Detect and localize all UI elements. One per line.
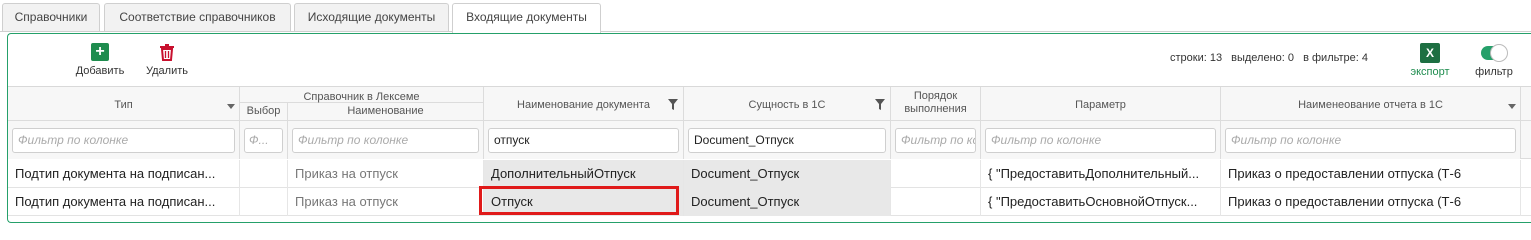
filter-funnel-icon[interactable] (668, 99, 678, 110)
documents-grid: Тип Справочник в Лексеме Выбор Наименова… (8, 86, 1531, 219)
column-header-order[interactable]: Порядок выполнения (891, 87, 981, 121)
tab-outgoing-documents[interactable]: Исходящие документы (294, 3, 449, 31)
filter-row: Фильтр по колонке Ф... Фильтр по колонке… (8, 121, 1531, 159)
grid-stats: строки: 13 выделено: 0 в фильтре: 4 (1170, 52, 1374, 64)
column-header-type-label: Тип (114, 99, 133, 111)
filter-param-input[interactable]: Фильтр по колонке (985, 128, 1216, 153)
column-header-type[interactable]: Тип (8, 87, 240, 121)
add-button-label: Добавить (75, 65, 125, 77)
table-row[interactable]: Подтип документа на подписан... Приказ н… (8, 160, 1531, 188)
column-header-doc-name-label: Наименование документа (517, 99, 650, 111)
cell-choice[interactable] (240, 160, 288, 188)
sort-arrow-icon[interactable] (227, 104, 235, 109)
table-row[interactable]: Подтип документа на подписан... Приказ н… (8, 188, 1531, 216)
delete-button[interactable]: Удалить (139, 43, 195, 77)
filter-type-input[interactable]: Фильтр по колонке (12, 128, 235, 153)
cell-entity: Document_Отпуск (684, 188, 891, 216)
plus-icon: + (91, 43, 109, 61)
trash-icon (158, 43, 176, 61)
filter-report-input[interactable]: Фильтр по колонке (1225, 128, 1516, 153)
rows-count: строки: 13 (1170, 52, 1223, 64)
cell-name: Приказ на отпуск (288, 160, 484, 188)
cell-type: Подтип документа на подписан... (8, 188, 240, 216)
selected-count: выделено: 0 (1231, 52, 1295, 64)
sort-arrow-icon[interactable] (1508, 104, 1516, 109)
cell-param: { "ПредоставитьДополнительный... (981, 160, 1221, 188)
filter-choice-input[interactable]: Ф... (244, 128, 283, 153)
cell-choice[interactable] (240, 188, 288, 216)
filter-count: в фильтре: 4 (1303, 52, 1368, 64)
excel-icon: X (1420, 43, 1440, 63)
column-header-report-label: Наименеование отчета в 1С (1298, 99, 1443, 111)
filter-toggle[interactable]: фильтр (1472, 43, 1516, 78)
tab-dictionaries[interactable]: Справочники (2, 3, 100, 31)
filter-doc-name-input[interactable]: отпуск (488, 128, 679, 153)
filter-order-input[interactable]: Фильтр по колонке (895, 128, 976, 153)
column-header-choice-label: Выбор (246, 105, 281, 117)
column-header-param[interactable]: Параметр (981, 87, 1221, 121)
cell-report: Приказ о предоставлении отпуска (Т-6 (1221, 160, 1521, 188)
filter-cell: Фильтр по колонке (288, 121, 484, 159)
column-header-choice[interactable]: Выбор (240, 103, 288, 121)
filter-name-input[interactable]: Фильтр по колонке (292, 128, 479, 153)
column-header-report[interactable]: Наименеование отчета в 1С (1221, 87, 1521, 121)
tabs-divider (0, 31, 1531, 32)
cell-name: Приказ на отпуск (288, 188, 484, 216)
cell-doc-name: ДополнительныйОтпуск (484, 160, 684, 188)
export-label: экспорт (1410, 66, 1450, 78)
filter-cell: Ф... (240, 121, 288, 159)
cell-order (891, 188, 981, 216)
column-header-entity-label: Сущность в 1С (748, 99, 826, 111)
tab-dictionary-mapping[interactable]: Соответствие справочников (104, 3, 291, 31)
column-header-entity[interactable]: Сущность в 1С (684, 87, 891, 121)
delete-button-label: Удалить (146, 65, 188, 77)
column-header-name[interactable]: Наименование (288, 103, 484, 121)
filter-cell: Фильтр по колонке (1221, 121, 1521, 159)
filter-entity-input[interactable]: Document_Отпуск (688, 128, 886, 153)
filter-cell: Фильтр по колонке (891, 121, 981, 159)
column-header-name-label: Наименование (347, 105, 424, 117)
column-header-overflow (1521, 87, 1531, 121)
tab-incoming-documents[interactable]: Входящие документы (452, 3, 601, 33)
highlight-box (479, 186, 679, 215)
filter-cell: Фильтр по колонке (8, 121, 240, 159)
column-header-param-label: Параметр (1075, 99, 1126, 111)
filter-cell: Фильтр по колонке (981, 121, 1221, 159)
cell-entity: Document_Отпуск (684, 160, 891, 188)
cell-report: Приказ о предоставлении отпуска (Т-6 (1221, 188, 1521, 216)
tab-bar: Справочники Соответствие справочников Ис… (0, 0, 1531, 33)
cell-order (891, 160, 981, 188)
filter-cell: отпуск (484, 121, 684, 159)
export-button[interactable]: X экспорт (1408, 43, 1452, 78)
toggle-switch-icon (1481, 44, 1508, 62)
column-header-doc-name[interactable]: Наименование документа (484, 87, 684, 121)
column-header-order-label: Порядок выполнения (904, 90, 967, 115)
filter-cell: Document_Отпуск (684, 121, 891, 159)
filter-funnel-icon[interactable] (875, 99, 885, 110)
filter-toggle-label: фильтр (1475, 66, 1513, 78)
add-button[interactable]: + Добавить (70, 43, 130, 77)
column-group-header: Справочник в Лексеме (240, 87, 484, 103)
cell-type: Подтип документа на подписан... (8, 160, 240, 188)
cell-param: { "ПредоставитьОсновнойОтпуск... (981, 188, 1221, 216)
